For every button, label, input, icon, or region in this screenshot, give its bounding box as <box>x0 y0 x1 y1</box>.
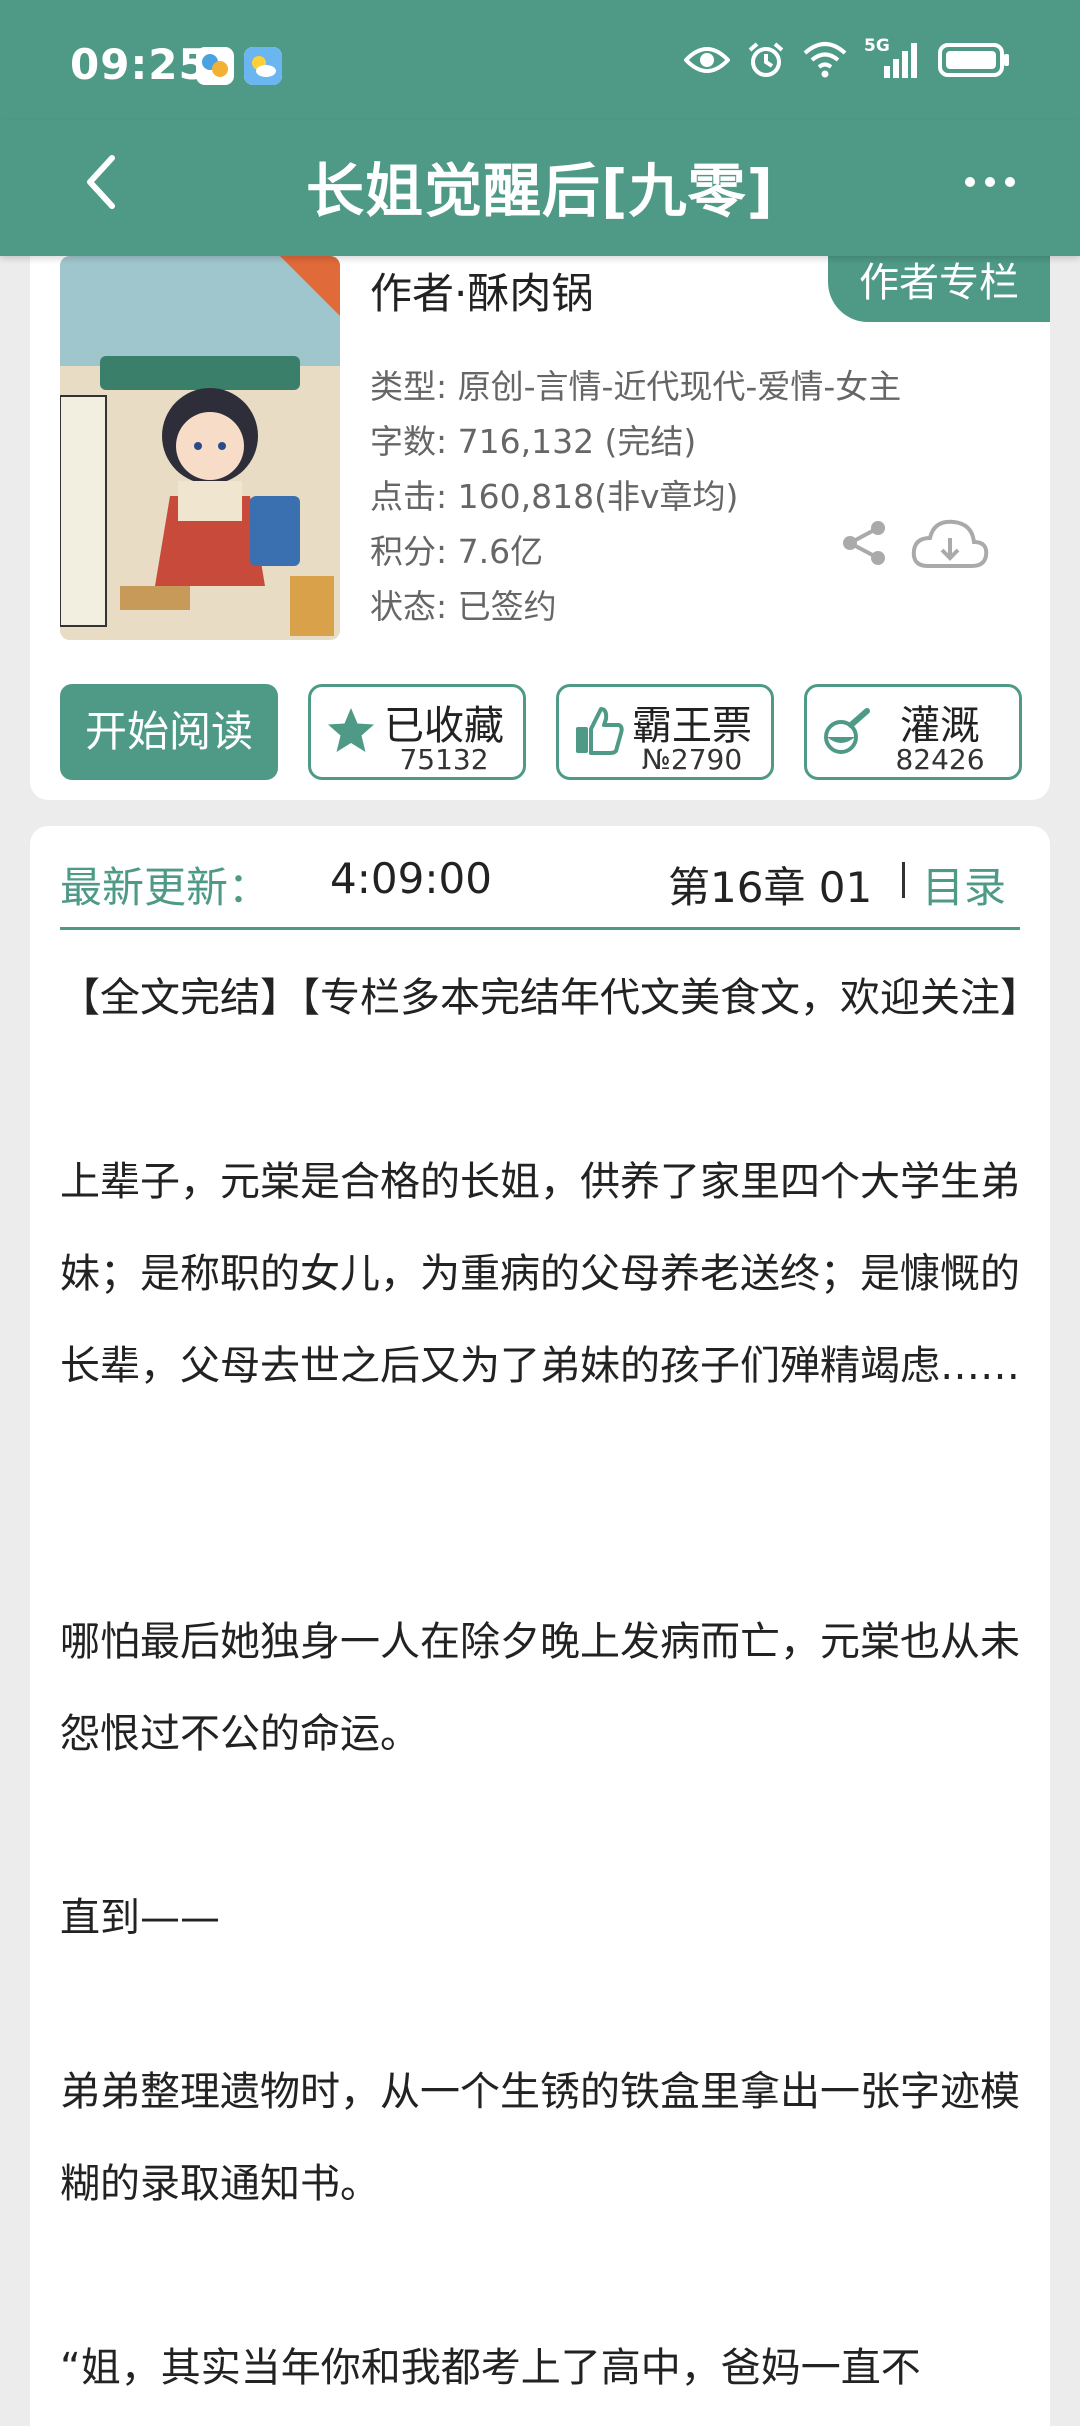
book-word-count: 字数: 716,132 (完结) <box>370 422 697 461</box>
start-reading-button[interactable]: 开始阅读 <box>60 684 278 780</box>
app-icon-2 <box>244 47 282 85</box>
status-bar: 09:25 5G <box>0 0 1080 120</box>
collect-button[interactable]: 已收藏 75132 <box>308 684 526 780</box>
irrigate-count: 82426 <box>895 743 985 776</box>
book-cover[interactable] <box>60 256 340 640</box>
page-title: 长姐觉醒后[九零] <box>305 157 775 225</box>
synopsis-paragraph: “姐，其实当年你和我都考上了高中，爸妈一直不 <box>60 2345 921 2391</box>
synopsis-paragraph: 弟弟整理遗物时，从一个生锈的铁盒里拿出一张字迹模糊的录取通知书。 <box>60 2069 1020 2207</box>
book-score: 积分: 7.6亿 <box>370 532 544 571</box>
latest-update-row[interactable]: 最新更新： 4:09:00 第16章 01 目录 <box>60 826 1020 930</box>
app-bar: 长姐觉醒后[九零] <box>0 120 1080 256</box>
more-dots-icon[interactable] <box>960 162 1020 206</box>
alarm-icon <box>748 42 784 77</box>
battery-icon <box>938 43 1009 77</box>
book-clicks: 点击: 160,818(非v章均) <box>370 477 739 516</box>
latest-chapter-link[interactable]: 第16章 01 <box>668 854 872 915</box>
divider <box>902 862 905 898</box>
author-name[interactable]: 作者·酥肉锅 <box>370 260 593 321</box>
book-status: 状态: 已签约 <box>370 587 557 626</box>
book-type: 类型: 原创-言情-近代现代-爱情-女主 <box>370 367 902 406</box>
thumbs-up-icon <box>573 705 625 761</box>
book-info-card: 作者·酥肉锅 作者专栏 类型: 原创-言情-近代现代-爱情-女主 字数: 716… <box>30 250 1050 800</box>
app-icon-1 <box>196 47 234 85</box>
synopsis-paragraph: 【全文完结】【专栏多本完结年代文美食文，欢迎关注】 <box>60 975 1040 1021</box>
eye-icon <box>684 47 730 73</box>
share-icon[interactable] <box>840 518 890 572</box>
status-icons: 5G <box>684 36 1010 80</box>
status-time: 09:25 <box>70 40 209 89</box>
ticket-button[interactable]: 霸王票 №2790 <box>556 684 774 780</box>
nutrient-bottle-icon <box>821 705 873 761</box>
synopsis-card: 最新更新： 4:09:00 第16章 01 目录 【全文完结】【专栏多本完结年代… <box>30 826 1050 2426</box>
download-cloud-icon[interactable] <box>910 516 990 576</box>
irrigate-button[interactable]: 灌溉 82426 <box>804 684 1022 780</box>
wifi-icon <box>803 42 847 78</box>
synopsis-paragraph: 哪怕最后她独身一人在除夕晚上发病而亡，元棠也从未怨恨过不公的命运。 <box>60 1619 1020 1757</box>
synopsis-paragraph: 上辈子，元棠是合格的长姐，供养了家里四个大学生弟妹；是称职的女儿，为重病的父母养… <box>60 1159 1020 1389</box>
synopsis-paragraph: 直到—— <box>60 1895 220 1941</box>
latest-update-time: 4:09:00 <box>330 854 492 903</box>
star-icon <box>325 705 377 761</box>
collect-count: 75132 <box>399 743 489 776</box>
author-column-button[interactable]: 作者专栏 <box>828 250 1050 322</box>
ticket-count: №2790 <box>641 743 743 776</box>
action-row: 开始阅读 已收藏 75132 霸王票 №2790 灌溉 82426 <box>60 684 1022 780</box>
signal-icon: 5G <box>864 36 922 80</box>
toc-button[interactable]: 目录 <box>922 854 1006 915</box>
latest-update-label: 最新更新： <box>60 863 271 912</box>
